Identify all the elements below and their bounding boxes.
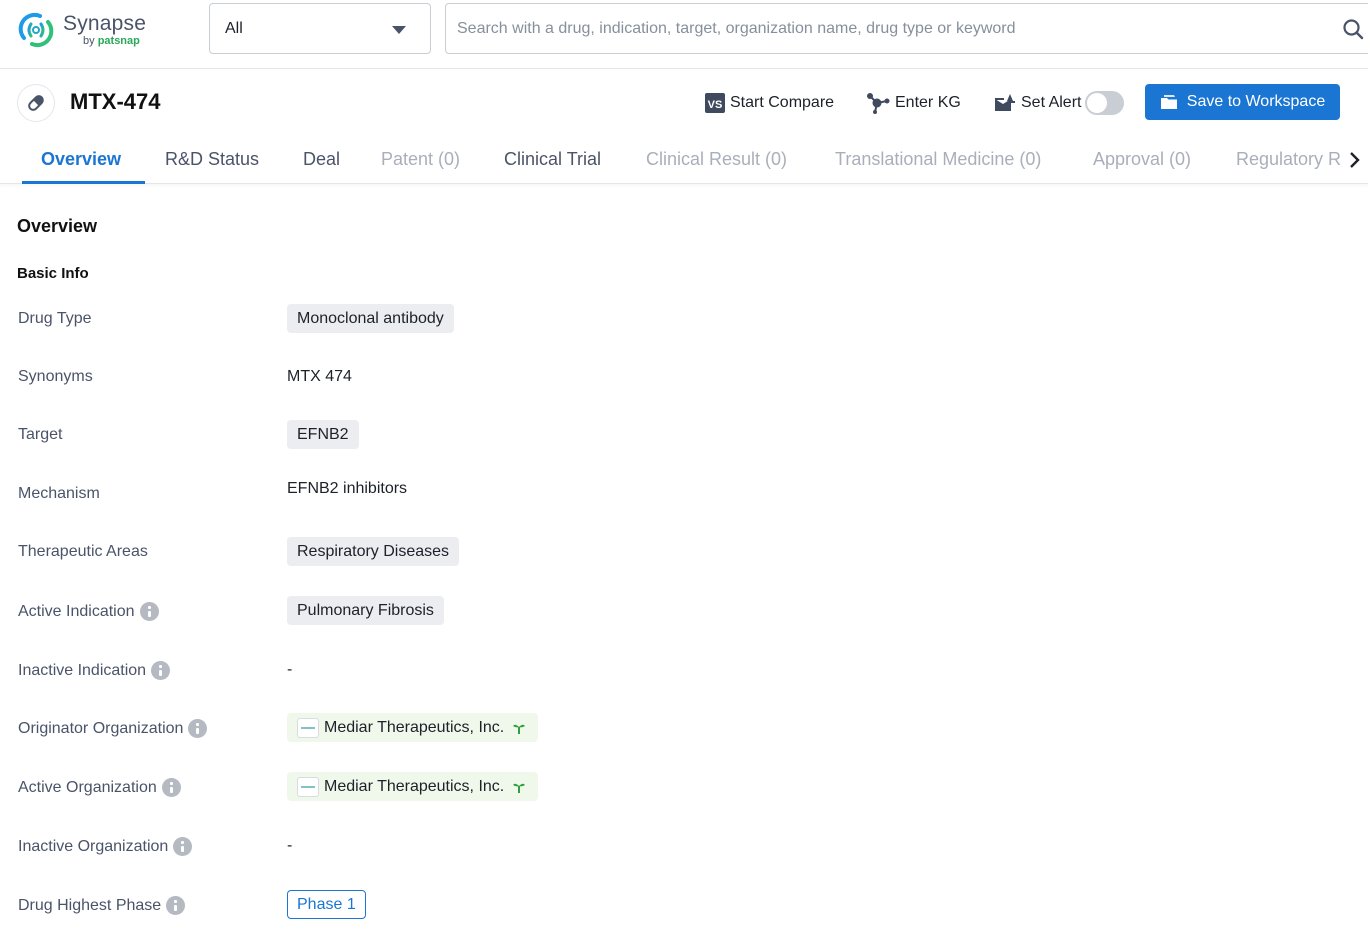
- byline-brand: patsnap: [97, 35, 140, 47]
- originator-org-name: Mediar Therapeutics, Inc.: [324, 718, 505, 736]
- active-tab-indicator: [22, 181, 145, 184]
- field-therapeutic-areas: Therapeutic Areas Respiratory Diseases: [0, 537, 1368, 567]
- inactive-org-value: -: [287, 836, 293, 854]
- field-active-indication: Active Indication Pulmonary Fibrosis: [0, 596, 1368, 626]
- highest-phase-label: Drug Highest Phase: [18, 896, 162, 914]
- tab-rd-status[interactable]: R&D Status: [165, 149, 259, 170]
- chevron-right-icon: [1350, 152, 1360, 168]
- info-icon[interactable]: [151, 661, 171, 680]
- tabs-scroll-right-button[interactable]: [1346, 150, 1362, 170]
- set-alert-toggle[interactable]: [1085, 91, 1125, 115]
- app-byline: by patsnap: [83, 36, 146, 47]
- section-tabs: Overview R&D Status Deal Patent (0) Clin…: [0, 134, 1368, 184]
- inactive-indication-label: Inactive Indication: [18, 661, 147, 679]
- start-compare-label: Start Compare: [730, 94, 835, 111]
- sprout-icon: [513, 724, 526, 734]
- synonyms-label: Synonyms: [18, 368, 93, 385]
- enter-kg-button[interactable]: Enter KG: [866, 91, 961, 115]
- alert-mail-icon: [995, 94, 1015, 111]
- organization-logo: [297, 776, 319, 797]
- field-highest-phase: Drug Highest Phase Phase 1: [0, 890, 1368, 920]
- sprout-icon: [513, 783, 526, 793]
- info-icon[interactable]: [173, 837, 193, 856]
- tab-clinical-result[interactable]: Clinical Result (0): [646, 149, 787, 170]
- active-org-label: Active Organization: [18, 778, 157, 796]
- field-inactive-indication: Inactive Indication -: [0, 655, 1368, 685]
- enter-kg-label: Enter KG: [895, 94, 961, 111]
- tab-approval[interactable]: Approval (0): [1093, 149, 1191, 170]
- active-org-tag[interactable]: Mediar Therapeutics, Inc.: [287, 772, 539, 801]
- drug-header: MTX-474 VS Start Compare Enter KG Set Al…: [0, 70, 1368, 134]
- info-icon[interactable]: [188, 719, 208, 738]
- synapse-logo[interactable]: Synapse by patsnap: [16, 10, 146, 50]
- inactive-org-label: Inactive Organization: [18, 837, 169, 855]
- originator-org-tag[interactable]: Mediar Therapeutics, Inc.: [287, 713, 539, 742]
- mechanism-value: EFNB2 inhibitors: [287, 479, 408, 497]
- caret-down-icon: [392, 26, 406, 34]
- drug-title: MTX-474: [70, 89, 161, 114]
- info-icon[interactable]: [166, 896, 186, 915]
- organization-logo: [297, 717, 319, 738]
- compare-icon: VS: [705, 93, 725, 113]
- field-active-organization: Active Organization Mediar Therapeutics,…: [0, 772, 1368, 802]
- info-icon[interactable]: [161, 778, 181, 797]
- active-indication-label: Active Indication: [18, 602, 135, 620]
- search-icon[interactable]: [1342, 18, 1364, 40]
- field-synonyms: Synonyms MTX 474: [0, 362, 1368, 392]
- synonyms-value: MTX 474: [287, 367, 352, 385]
- save-to-workspace-label: Save to Workspace: [1186, 93, 1326, 110]
- folder-icon: [1160, 95, 1177, 109]
- toggle-knob: [1087, 93, 1108, 113]
- active-org-name: Mediar Therapeutics, Inc.: [324, 777, 505, 795]
- field-originator-organization: Originator Organization Mediar Therapeut…: [0, 713, 1368, 743]
- drug-type-tag[interactable]: Monoclonal antibody: [287, 304, 454, 333]
- therapeutic-area-tag[interactable]: Respiratory Diseases: [287, 537, 460, 566]
- drug-avatar: [17, 84, 55, 122]
- search-input[interactable]: [457, 19, 1317, 38]
- basic-info-heading: Basic Info: [17, 265, 89, 282]
- app-name: Synapse: [63, 12, 147, 35]
- save-to-workspace-button[interactable]: Save to Workspace: [1145, 84, 1340, 120]
- search-scope-value: All: [225, 19, 243, 37]
- target-label: Target: [18, 426, 63, 443]
- knowledge-graph-icon: [867, 93, 890, 114]
- tab-overview[interactable]: Overview: [41, 149, 121, 170]
- field-drug-type: Drug Type Monoclonal antibody: [0, 304, 1368, 334]
- tab-deal[interactable]: Deal: [303, 149, 340, 170]
- field-mechanism: Mechanism EFNB2 inhibitors: [0, 479, 1368, 509]
- target-tag[interactable]: EFNB2: [287, 420, 359, 449]
- synapse-logo-icon: [18, 12, 54, 48]
- pill-icon: [28, 95, 44, 111]
- svg-text:VS: VS: [708, 99, 723, 111]
- originator-org-label: Originator Organization: [18, 719, 184, 737]
- start-compare-button[interactable]: VS Start Compare: [705, 91, 834, 115]
- field-target: Target EFNB2: [0, 420, 1368, 450]
- drug-type-label: Drug Type: [18, 310, 92, 327]
- set-alert-control[interactable]: Set Alert: [994, 91, 1125, 115]
- field-inactive-organization: Inactive Organization -: [0, 831, 1368, 861]
- therapeutic-areas-label: Therapeutic Areas: [18, 543, 148, 560]
- search-scope-select[interactable]: All: [209, 3, 431, 54]
- active-indication-tag[interactable]: Pulmonary Fibrosis: [287, 596, 444, 625]
- search-box: [445, 3, 1368, 54]
- tab-translational-medicine[interactable]: Translational Medicine (0): [835, 149, 1041, 170]
- top-bar: Synapse by patsnap All: [0, 0, 1368, 69]
- set-alert-label: Set Alert: [1021, 94, 1082, 111]
- field-label: Drug Type: [18, 310, 92, 328]
- highest-phase-badge[interactable]: Phase 1: [287, 890, 366, 919]
- inactive-indication-value: -: [287, 660, 293, 678]
- info-icon[interactable]: [139, 602, 159, 621]
- tab-clinical-trial[interactable]: Clinical Trial: [504, 149, 601, 170]
- mechanism-label: Mechanism: [18, 485, 100, 502]
- byline-prefix: by: [83, 35, 98, 47]
- overview-heading: Overview: [17, 216, 98, 236]
- tab-patent[interactable]: Patent (0): [381, 149, 460, 170]
- tab-regulatory[interactable]: Regulatory R: [1236, 149, 1341, 170]
